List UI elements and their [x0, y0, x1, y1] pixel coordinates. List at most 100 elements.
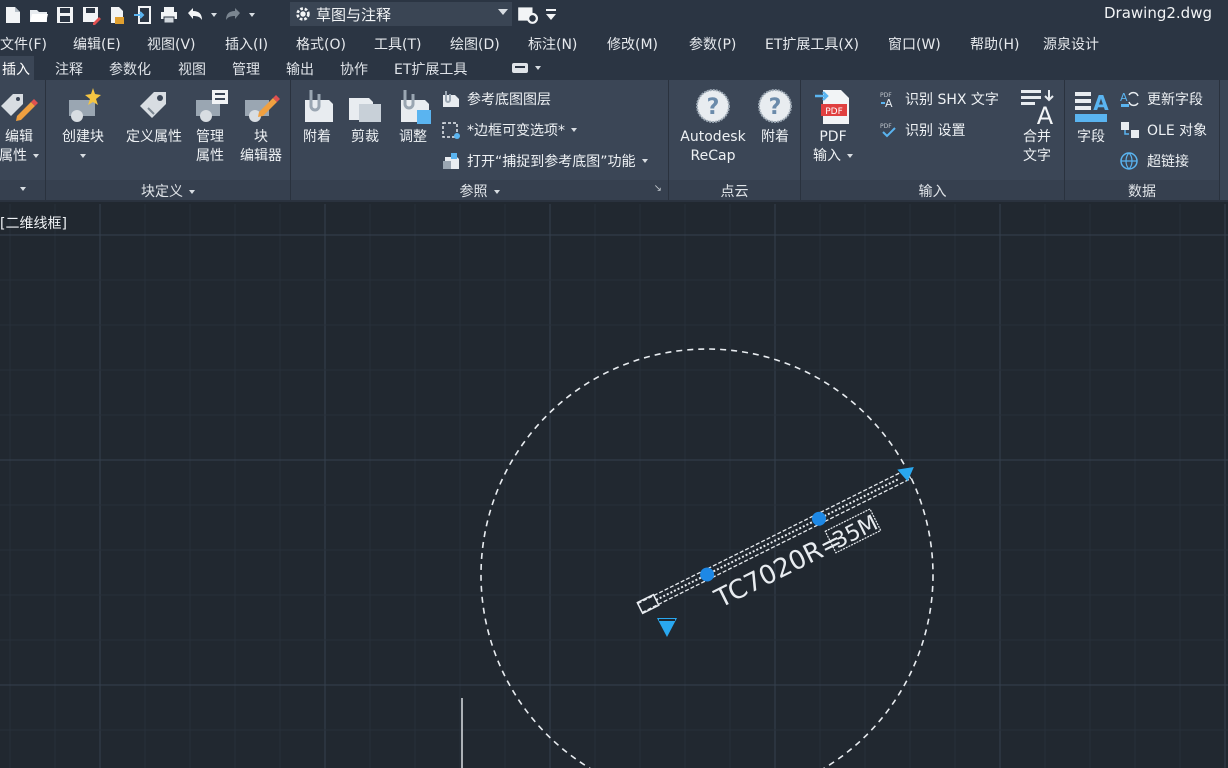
attach-button[interactable]: 附着 — [295, 86, 339, 147]
create-block-button[interactable]: 创建块 — [58, 86, 108, 166]
edit-attribute-button[interactable]: 编辑 属性 — [0, 86, 42, 166]
tab-express-tools[interactable]: ET扩展工具 — [394, 59, 467, 79]
block-editor-icon — [245, 95, 280, 122]
edit-attribute-label-2: 属性 — [0, 148, 27, 164]
tab-output[interactable]: 输出 — [286, 59, 314, 79]
recognize-settings-icon: PDF — [880, 123, 896, 138]
menu-draw[interactable]: 绘图(D) — [450, 34, 500, 54]
tab-parametric[interactable]: 参数化 — [109, 59, 151, 79]
ribbon-tab-bar: 插入 注释 参数化 视图 管理 输出 协作 ET扩展工具 — [0, 56, 1228, 80]
quick-access-toolbar — [0, 0, 1228, 29]
recognize-settings-label: 识别 设置 — [905, 123, 966, 139]
adjust-button[interactable]: 调整 — [391, 86, 435, 147]
ribbon: 编辑 属性 创建块 定义属性 管理 属性 块 编辑器 块定义 附着 剪裁 调整 … — [0, 80, 1228, 202]
svg-text:A: A — [1093, 91, 1109, 115]
menu-express-tools[interactable]: ET扩展工具(X) — [765, 34, 859, 54]
frame-icon — [442, 122, 460, 139]
update-fields-button[interactable]: A 更新字段 — [1119, 89, 1203, 109]
pdf-import-label-2: 输入 — [813, 148, 841, 164]
globe-icon — [1120, 152, 1138, 170]
adjust-icon — [401, 90, 431, 124]
clip-icon — [349, 98, 381, 122]
selected-block[interactable]: TC7020R= 35M — [636, 463, 935, 647]
frame-variable-button[interactable]: *边框可变选项* — [441, 120, 577, 140]
panel-point-cloud-title: 点云 — [669, 180, 800, 200]
svg-text:?: ? — [769, 95, 782, 120]
snap-underlay-button[interactable]: 打开“捕捉到参考底图”功能 — [441, 151, 648, 171]
tab-collaborate[interactable]: 协作 — [340, 59, 368, 79]
panel-import: PDF PDF 输入 PDF A 识别 SHX 文字 PDF 识别 设置 A 合并… — [801, 80, 1065, 202]
pdf-import-button[interactable]: PDF PDF 输入 — [807, 86, 859, 166]
recap-button[interactable]: ? Autodesk ReCap — [673, 86, 753, 166]
field-button[interactable]: A 字段 — [1069, 86, 1113, 147]
grip-midpoint-1[interactable] — [698, 565, 717, 584]
panel-block-definition-label: 块定义 — [141, 184, 183, 200]
tab-insert[interactable]: 插入 — [0, 56, 34, 80]
panel-block-definition-title[interactable]: 块定义 — [46, 180, 290, 200]
dialog-launcher-icon[interactable]: ↘ — [654, 183, 662, 194]
hyperlink-button[interactable]: 超链接 — [1119, 151, 1189, 171]
tab-annotate[interactable]: 注释 — [55, 59, 83, 79]
pdf-import-label-1: PDF — [819, 129, 847, 145]
svg-text:A: A — [1037, 102, 1054, 126]
chevron-down-icon — [847, 154, 853, 158]
menu-tools[interactable]: 工具(T) — [374, 34, 421, 54]
drawing-canvas[interactable]: TC7020R= 35M — [0, 204, 1228, 768]
underlay-layers-button[interactable]: 参考底图图层 — [441, 89, 551, 109]
save-icon[interactable] — [52, 2, 78, 28]
workspace-selector[interactable]: 草图与注释 — [290, 2, 512, 26]
menu-edit[interactable]: 编辑(E) — [73, 34, 121, 54]
publish-icon[interactable] — [104, 2, 130, 28]
ole-object-label: OLE 对象 — [1147, 123, 1208, 139]
pointcloud-attach-button[interactable]: ? 附着 — [753, 86, 797, 147]
chevron-down-icon — [33, 154, 39, 158]
redo-icon[interactable] — [220, 2, 246, 28]
panel-block-edit: 编辑 属性 — [0, 80, 46, 202]
ribbon-minimize-button[interactable] — [511, 61, 545, 75]
merge-text-button[interactable]: A 合并 文字 — [1013, 86, 1061, 166]
panel-reference-title[interactable]: 参照 ↘ — [291, 180, 668, 200]
menu-modify[interactable]: 修改(M) — [607, 34, 658, 54]
svg-text:PDF: PDF — [825, 107, 843, 117]
menu-format[interactable]: 格式(O) — [296, 34, 346, 54]
menu-window[interactable]: 窗口(W) — [888, 34, 941, 54]
redo-dropdown-icon[interactable] — [246, 2, 258, 28]
block-editor-button[interactable]: 块 编辑器 — [236, 86, 286, 166]
undo-dropdown-icon[interactable] — [208, 2, 220, 28]
grip-direction-arrow[interactable] — [897, 463, 918, 484]
define-attribute-label: 定义属性 — [126, 129, 182, 145]
merge-text-label-1: 合并 — [1023, 129, 1051, 145]
share-icon[interactable] — [516, 3, 538, 29]
edit-attribute-label-1: 编辑 — [5, 129, 33, 145]
menu-dimension[interactable]: 标注(N) — [528, 34, 577, 54]
clip-button[interactable]: 剪裁 — [343, 86, 387, 147]
menu-yuanquan[interactable]: 源泉设计 — [1043, 34, 1099, 54]
menu-help[interactable]: 帮助(H) — [970, 34, 1019, 54]
block-end-box — [636, 593, 660, 615]
manage-attributes-button[interactable]: 管理 属性 — [188, 86, 232, 166]
new-file-icon[interactable] — [0, 2, 26, 28]
panel-reference-label: 参照 — [459, 184, 488, 200]
recognize-shx-button[interactable]: PDF A 识别 SHX 文字 — [879, 89, 999, 109]
menu-file[interactable]: 文件(F) — [0, 34, 47, 54]
grip-midpoint-2[interactable] — [810, 509, 829, 528]
open-folder-icon[interactable] — [26, 2, 52, 28]
viewport-visual-style-label[interactable]: [二维线框] — [0, 213, 67, 233]
customize-toolbar-icon[interactable] — [544, 3, 560, 23]
tab-view[interactable]: 视图 — [178, 59, 206, 79]
undo-icon[interactable] — [182, 2, 208, 28]
menu-insert[interactable]: 插入(I) — [225, 34, 268, 54]
panel-clipped — [1220, 80, 1228, 202]
recognize-settings-button[interactable]: PDF 识别 设置 — [879, 120, 965, 140]
menu-view[interactable]: 视图(V) — [147, 34, 196, 54]
tab-manage[interactable]: 管理 — [232, 59, 260, 79]
save-as-icon[interactable] — [78, 2, 104, 28]
panel-import-title: 输入 — [801, 180, 1064, 200]
menu-parametric[interactable]: 参数(P) — [689, 34, 736, 54]
svg-text:PDF: PDF — [880, 123, 892, 130]
ole-object-button[interactable]: OLE 对象 — [1119, 120, 1207, 140]
import-icon[interactable] — [130, 2, 156, 28]
hyperlink-label: 超链接 — [1147, 154, 1189, 170]
define-attribute-button[interactable]: 定义属性 — [122, 86, 186, 147]
print-icon[interactable] — [156, 2, 182, 28]
